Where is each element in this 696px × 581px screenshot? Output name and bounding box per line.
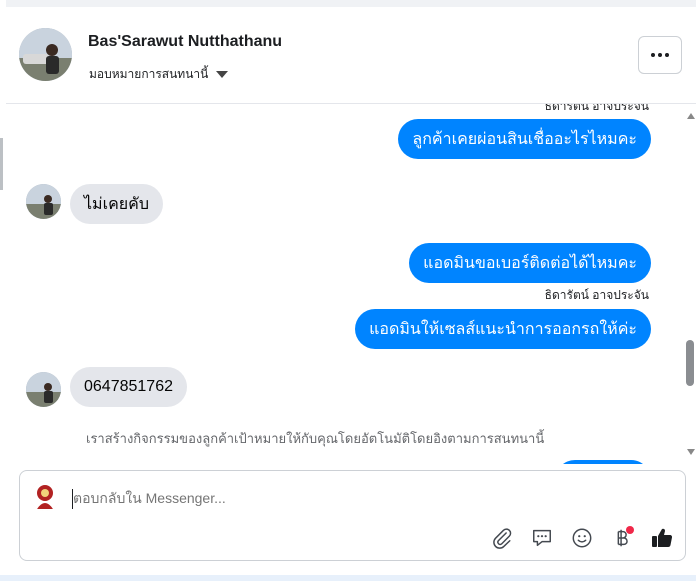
- conversation-header: Bas'Sarawut Nutthathanu มอบหมายการสนทนาน…: [6, 7, 696, 104]
- message-scrollbar[interactable]: [686, 104, 696, 464]
- notification-dot: [626, 526, 634, 534]
- emoji-button[interactable]: [569, 525, 595, 551]
- bottom-edge: [0, 575, 696, 581]
- left-edge-tab: [0, 138, 3, 190]
- sender-label-clipped: ธิดารัตน์ อาจประจัน: [544, 104, 649, 113]
- outgoing-message[interactable]: แอดมินขอเบอร์ติดต่อได้ไหมคะ: [409, 243, 651, 283]
- reply-composer: [19, 470, 686, 561]
- more-options-icon-dot: [665, 53, 669, 57]
- attach-button[interactable]: [489, 525, 515, 551]
- smiley-icon: [572, 528, 592, 548]
- chat-bubble-icon: [533, 529, 551, 547]
- composer-toolbar: [489, 525, 675, 551]
- more-options-icon-dot: [658, 53, 662, 57]
- contact-avatar-small: [26, 184, 61, 219]
- outgoing-message[interactable]: ลูกค้าเคยผ่อนสินเชื่ออะไรไหมคะ: [398, 119, 651, 159]
- conversation-panel: Bas'Sarawut Nutthathanu มอบหมายการสนทนาน…: [6, 7, 696, 575]
- more-options-icon: [651, 53, 655, 57]
- lead-activity-note: เราสร้างกิจกรรมของลูกค้าเป้าหมายให้กับคุ…: [86, 431, 545, 446]
- assign-conversation-dropdown[interactable]: มอบหมายการสนทนานี้: [89, 65, 229, 84]
- scroll-down-arrow-icon[interactable]: [687, 449, 695, 455]
- saved-replies-button[interactable]: [529, 525, 555, 551]
- reply-input[interactable]: [73, 490, 653, 506]
- incoming-message[interactable]: 0647851762: [70, 367, 187, 407]
- sender-label: ธิดารัตน์ อาจประจัน: [544, 288, 649, 302]
- contact-avatar-small: [26, 372, 61, 407]
- assign-conversation-label: มอบหมายการสนทนานี้: [89, 67, 209, 81]
- contact-name[interactable]: Bas'Sarawut Nutthathanu: [88, 33, 282, 51]
- outgoing-message[interactable]: แอดมินให้เซลส์แนะนำการออกรถให้ค่ะ: [355, 309, 651, 349]
- page-avatar: [30, 481, 60, 511]
- thumbs-up-icon: [652, 528, 673, 547]
- caret-down-icon: [216, 71, 229, 78]
- incoming-message[interactable]: ไม่เคยคับ: [70, 184, 163, 224]
- scrollbar-thumb[interactable]: [686, 340, 694, 386]
- contact-avatar[interactable]: [19, 28, 72, 81]
- more-options-button[interactable]: [638, 36, 682, 74]
- like-button[interactable]: [649, 525, 675, 551]
- message-thread[interactable]: ธิดารัตน์ อาจประจัน ลูกค้าเคยผ่อนสินเชื่…: [6, 104, 696, 464]
- payment-button[interactable]: [609, 525, 635, 551]
- scroll-up-arrow-icon[interactable]: [687, 113, 695, 119]
- outgoing-message-clipped[interactable]: [555, 460, 651, 464]
- paperclip-icon: [493, 528, 512, 549]
